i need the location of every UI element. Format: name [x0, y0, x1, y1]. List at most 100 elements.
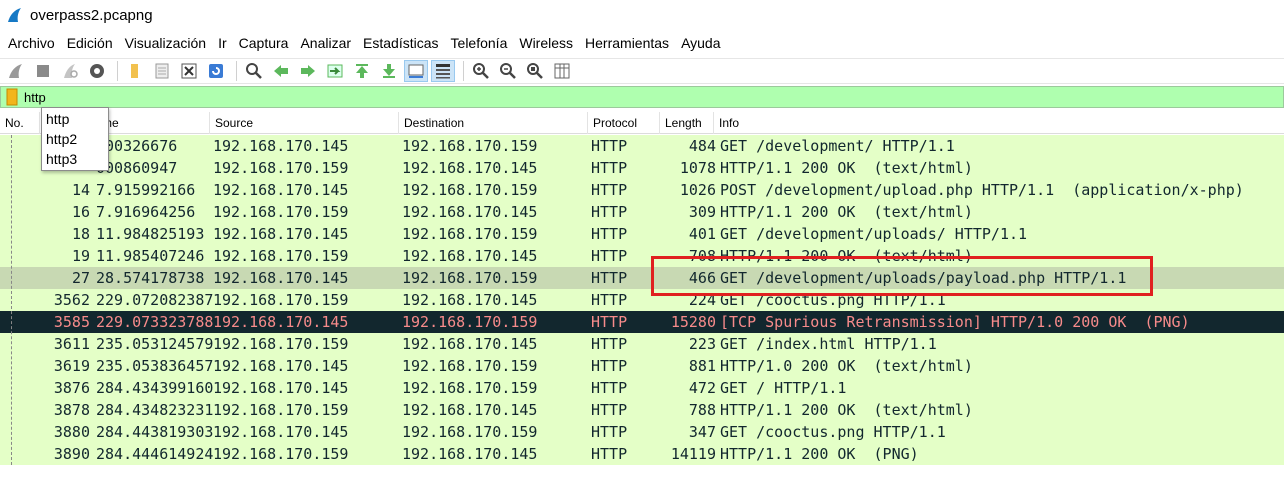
- main-toolbar: [0, 58, 1284, 84]
- menu-ayuda[interactable]: Ayuda: [675, 35, 726, 51]
- packet-source: 192.168.170.145: [213, 379, 349, 397]
- packet-source: 192.168.170.145: [213, 357, 349, 375]
- packet-time: 7.916964256: [96, 203, 196, 221]
- save-file-button[interactable]: [150, 60, 174, 82]
- packet-row[interactable]: 16 7.916964256 192.168.170.159 192.168.170.…: [0, 201, 1284, 223]
- capture-options-button[interactable]: [85, 60, 109, 82]
- packet-protocol: HTTP: [591, 269, 628, 287]
- packet-length: 347: [688, 423, 716, 441]
- column-header-destination[interactable]: Destination: [399, 111, 588, 134]
- shark-fin-icon: [9, 64, 22, 78]
- column-header-no[interactable]: No.: [0, 111, 40, 134]
- packet-length: 223: [688, 335, 716, 353]
- menu-archivo[interactable]: Archivo: [2, 35, 61, 51]
- autocomplete-item[interactable]: http3: [42, 149, 108, 169]
- packet-row[interactable]: 3890 284.444614924 192.168.170.159 192.168.…: [0, 443, 1284, 465]
- menu-analizar[interactable]: Analizar: [294, 35, 357, 51]
- gear-icon: [90, 64, 104, 78]
- packet-destination: 192.168.170.145: [402, 291, 538, 309]
- arrow-down-icon: [383, 64, 395, 78]
- packet-row[interactable]: 3876 284.434399160 192.168.170.145 192.168.…: [0, 377, 1284, 399]
- menu-telefonia[interactable]: Telefonía: [445, 35, 514, 51]
- autocomplete-item[interactable]: http: [42, 109, 108, 129]
- packet-row[interactable]: 3562 229.072082387 192.168.170.159 192.168.…: [0, 289, 1284, 311]
- packet-time: 11.984825193: [96, 225, 205, 243]
- packet-source: 192.168.170.159: [213, 247, 349, 265]
- packet-destination: 192.168.170.145: [402, 203, 538, 221]
- title-bar: overpass2.pcapng: [0, 0, 1284, 30]
- menu-ir[interactable]: Ir: [212, 35, 233, 51]
- packet-row[interactable]: 14 7.915992166 192.168.170.145 192.168.170.…: [0, 179, 1284, 201]
- packet-no: 27: [71, 269, 90, 287]
- packet-info: HTTP/1.1 200 OK (text/html): [720, 203, 973, 221]
- packet-destination: 192.168.170.159: [402, 269, 538, 287]
- packet-row-selected[interactable]: 27 28.574178738 192.168.170.145 192.168.170…: [0, 267, 1284, 289]
- resize-columns-button[interactable]: [550, 60, 574, 82]
- menu-herramientas[interactable]: Herramientas: [579, 35, 675, 51]
- packet-protocol: HTTP: [591, 313, 628, 331]
- go-back-button[interactable]: [269, 60, 293, 82]
- column-header-source[interactable]: Source: [210, 111, 399, 134]
- zoom-in-button[interactable]: [469, 60, 493, 82]
- start-capture-button[interactable]: [4, 60, 28, 82]
- column-header-info[interactable]: Info: [714, 112, 1284, 134]
- packet-destination: 192.168.170.145: [402, 335, 538, 353]
- packet-time: 284.443819303: [96, 423, 213, 441]
- menu-visualizacion[interactable]: Visualización: [119, 35, 212, 51]
- colorize-button[interactable]: [431, 60, 455, 82]
- packet-length: 1026: [679, 181, 716, 199]
- packet-row[interactable]: 3619 235.053836457 192.168.170.145 192.168.…: [0, 355, 1284, 377]
- packet-row[interactable]: 3880 284.443819303 192.168.170.145 192.168.…: [0, 421, 1284, 443]
- window-title: overpass2.pcapng: [30, 6, 153, 24]
- packet-row[interactable]: 19 11.985407246 192.168.170.159 192.168.170…: [0, 245, 1284, 267]
- go-to-packet-button[interactable]: [323, 60, 347, 82]
- column-header-protocol[interactable]: Protocol: [588, 111, 660, 134]
- packet-destination: 192.168.170.145: [402, 445, 538, 463]
- menu-edicion[interactable]: Edición: [61, 35, 119, 51]
- close-file-button[interactable]: [177, 60, 201, 82]
- autoscroll-button[interactable]: [404, 60, 428, 82]
- packet-destination: 192.168.170.145: [402, 159, 538, 177]
- packet-length: 15280: [670, 313, 716, 331]
- packet-source: 192.168.170.159: [213, 203, 349, 221]
- packet-info: HTTP/1.1 200 OK (text/html): [720, 159, 973, 177]
- bookmark-icon[interactable]: [4, 88, 20, 106]
- restart-capture-button[interactable]: [58, 60, 82, 82]
- display-filter-input[interactable]: [24, 89, 624, 105]
- reload-file-button[interactable]: [204, 60, 228, 82]
- arrow-left-icon: [274, 65, 288, 77]
- menu-wireless[interactable]: Wireless: [513, 35, 579, 51]
- packet-protocol: HTTP: [591, 137, 628, 155]
- stop-capture-button[interactable]: [31, 60, 55, 82]
- packet-row[interactable]: 18 11.984825193 192.168.170.145 192.168.170…: [0, 223, 1284, 245]
- folder-icon: [131, 64, 138, 78]
- packet-info: GET /development/uploads/payload.php HTT…: [720, 269, 1127, 287]
- find-packet-button[interactable]: [242, 60, 266, 82]
- column-header-length[interactable]: Length: [660, 111, 714, 134]
- menu-bar: Archivo Edición Visualización Ir Captura…: [0, 32, 727, 54]
- menu-captura[interactable]: Captura: [233, 35, 295, 51]
- autocomplete-item[interactable]: http2: [42, 129, 108, 149]
- open-file-button[interactable]: [123, 60, 147, 82]
- zoom-reset-icon: [527, 63, 543, 79]
- goto-packet-icon: [327, 64, 343, 78]
- packet-info: HTTP/1.1 200 OK (text/html): [720, 247, 973, 265]
- packet-no: 14: [71, 181, 90, 199]
- packet-row-retransmission[interactable]: 3585 229.073323788 192.168.170.145 192.168.…: [0, 311, 1284, 333]
- menu-estadisticas[interactable]: Estadísticas: [357, 35, 444, 51]
- first-packet-button[interactable]: [350, 60, 374, 82]
- packet-length: 484: [688, 137, 716, 155]
- last-packet-button[interactable]: [377, 60, 401, 82]
- packet-row[interactable]: 3611 235.053124579 192.168.170.159 192.168.…: [0, 333, 1284, 355]
- packet-info: GET /cooctus.png HTTP/1.1: [720, 423, 946, 441]
- packet-row[interactable]: 000326676 192.168.170.145 192.168.170.159 H…: [0, 135, 1284, 157]
- packet-row[interactable]: 000860947 192.168.170.159 192.168.170.145 H…: [0, 157, 1284, 179]
- packet-destination: 192.168.170.159: [402, 225, 538, 243]
- filter-autocomplete-popup: http http2 http3: [41, 107, 109, 171]
- packet-row[interactable]: 3878 284.434823231 192.168.170.159 192.168.…: [0, 399, 1284, 421]
- packet-info: [TCP Spurious Retransmission] HTTP/1.0 2…: [720, 313, 1190, 331]
- go-forward-button[interactable]: [296, 60, 320, 82]
- packet-protocol: HTTP: [591, 291, 628, 309]
- normal-size-button[interactable]: [523, 60, 547, 82]
- zoom-out-button[interactable]: [496, 60, 520, 82]
